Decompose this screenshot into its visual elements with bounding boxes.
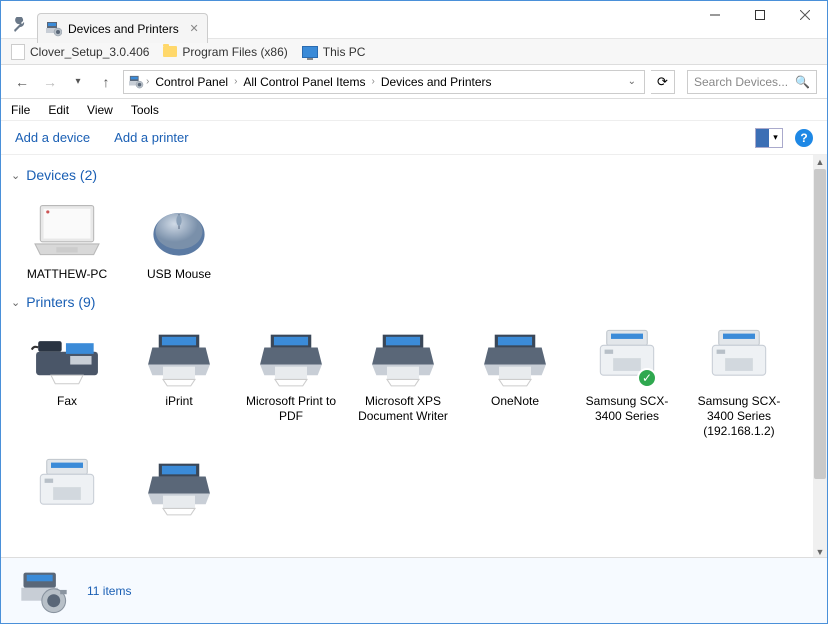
printer-icon bbox=[251, 322, 331, 390]
mfp-icon bbox=[699, 322, 779, 390]
command-bar: Add a device Add a printer ▾ ? bbox=[1, 121, 827, 155]
bookmark-label: This PC bbox=[323, 45, 366, 59]
scrollbar-thumb[interactable] bbox=[814, 169, 826, 479]
laptop-icon bbox=[27, 195, 107, 263]
item-count: 11 items bbox=[87, 584, 131, 598]
device-item[interactable] bbox=[11, 445, 123, 529]
navigation-bar: ← → ▾ ↑ › Control Panel › All Control Pa… bbox=[1, 65, 827, 99]
bookmark-program-files[interactable]: Program Files (x86) bbox=[163, 45, 287, 59]
device-item[interactable]: Fax bbox=[11, 316, 123, 445]
file-icon bbox=[11, 44, 25, 60]
chevron-down-icon: ⌄ bbox=[11, 169, 20, 182]
mfp-icon: ✓ bbox=[587, 322, 667, 390]
browser-tab[interactable]: Devices and Printers ✕ bbox=[37, 13, 208, 43]
menu-view[interactable]: View bbox=[87, 103, 113, 117]
bookmark-label: Program Files (x86) bbox=[182, 45, 287, 59]
device-label: Microsoft XPS Document Writer bbox=[349, 394, 457, 424]
printer-icon bbox=[139, 451, 219, 519]
monitor-icon bbox=[302, 46, 318, 58]
chevron-right-icon[interactable]: › bbox=[146, 76, 149, 87]
group-header-devices[interactable]: ⌄ Devices (2) bbox=[11, 161, 803, 189]
device-item[interactable]: Microsoft XPS Document Writer bbox=[347, 316, 459, 445]
fax-icon bbox=[27, 322, 107, 390]
printer-icon bbox=[363, 322, 443, 390]
device-label: Samsung SCX-3400 Series bbox=[573, 394, 681, 424]
menu-bar: File Edit View Tools bbox=[1, 99, 827, 121]
view-options-button[interactable]: ▾ bbox=[755, 128, 783, 148]
group-title: Devices (2) bbox=[26, 167, 97, 183]
device-item[interactable]: Microsoft Print to PDF bbox=[235, 316, 347, 445]
back-button[interactable]: ← bbox=[11, 71, 33, 93]
content-area: ⌄ Devices (2) MATTHEW-PC USB Mouse ⌄ Printers… bbox=[1, 155, 827, 559]
forward-button[interactable]: → bbox=[39, 71, 61, 93]
vertical-scrollbar[interactable]: ▲ ▼ bbox=[813, 155, 827, 559]
device-item[interactable]: iPrint bbox=[123, 316, 235, 445]
device-label: OneNote bbox=[491, 394, 539, 409]
chevron-right-icon[interactable]: › bbox=[371, 76, 374, 87]
maximize-button[interactable] bbox=[737, 1, 782, 29]
devices-printers-icon bbox=[46, 21, 62, 37]
folder-icon bbox=[163, 46, 177, 57]
up-button[interactable]: ↑ bbox=[95, 71, 117, 93]
help-button[interactable]: ? bbox=[795, 129, 813, 147]
close-window-button[interactable] bbox=[782, 1, 827, 29]
devices-printers-icon bbox=[17, 567, 71, 615]
device-label: Samsung SCX-3400 Series (192.168.1.2) bbox=[685, 394, 793, 439]
search-icon: 🔍 bbox=[795, 75, 810, 89]
add-device-button[interactable]: Add a device bbox=[15, 130, 90, 145]
menu-tools[interactable]: Tools bbox=[131, 103, 159, 117]
address-bar[interactable]: › Control Panel › All Control Panel Item… bbox=[123, 70, 645, 94]
device-item[interactable]: ✓ Samsung SCX-3400 Series bbox=[571, 316, 683, 445]
group-header-printers[interactable]: ⌄ Printers (9) bbox=[11, 288, 803, 316]
bookmark-clover-setup[interactable]: Clover_Setup_3.0.406 bbox=[11, 44, 149, 60]
add-printer-button[interactable]: Add a printer bbox=[114, 130, 188, 145]
chevron-right-icon[interactable]: › bbox=[234, 76, 237, 87]
menu-file[interactable]: File bbox=[11, 103, 30, 117]
group-title: Printers (9) bbox=[26, 294, 95, 310]
device-label: Fax bbox=[57, 394, 77, 409]
device-label: iPrint bbox=[165, 394, 192, 409]
printer-icon bbox=[139, 322, 219, 390]
device-item[interactable]: MATTHEW-PC bbox=[11, 189, 123, 288]
device-item[interactable] bbox=[123, 445, 235, 529]
printer-icon bbox=[475, 322, 555, 390]
chevron-down-icon: ▾ bbox=[769, 129, 782, 147]
bookmark-this-pc[interactable]: This PC bbox=[302, 45, 366, 59]
menu-edit[interactable]: Edit bbox=[48, 103, 69, 117]
device-label: USB Mouse bbox=[147, 267, 211, 282]
title-bar: Devices and Printers ✕ bbox=[1, 1, 827, 39]
search-input[interactable]: Search Devices... 🔍 bbox=[687, 70, 817, 94]
devices-printers-icon bbox=[128, 75, 144, 89]
scroll-up-arrow[interactable]: ▲ bbox=[813, 155, 827, 169]
bookmark-label: Clover_Setup_3.0.406 bbox=[30, 45, 149, 59]
minimize-button[interactable] bbox=[692, 1, 737, 29]
device-item[interactable]: Samsung SCX-3400 Series (192.168.1.2) bbox=[683, 316, 795, 445]
device-item[interactable]: USB Mouse bbox=[123, 189, 235, 288]
tab-title: Devices and Printers bbox=[68, 22, 179, 36]
device-label: MATTHEW-PC bbox=[27, 267, 107, 282]
group-items: Fax iPrint Microsoft Print to PDFMicrosoft… bbox=[11, 316, 803, 529]
refresh-button[interactable]: ⟳ bbox=[651, 70, 675, 94]
window-controls bbox=[692, 1, 827, 29]
device-item[interactable]: OneNote bbox=[459, 316, 571, 445]
breadcrumb-all-items[interactable]: All Control Panel Items bbox=[239, 75, 369, 89]
breadcrumb-control-panel[interactable]: Control Panel bbox=[151, 75, 232, 89]
group-items: MATTHEW-PC USB Mouse bbox=[11, 189, 803, 288]
default-check-icon: ✓ bbox=[637, 368, 657, 388]
search-placeholder: Search Devices... bbox=[694, 75, 788, 89]
wrench-icon bbox=[11, 17, 27, 33]
chevron-down-icon: ⌄ bbox=[11, 296, 20, 309]
close-tab-icon[interactable]: ✕ bbox=[190, 22, 199, 35]
device-label: Microsoft Print to PDF bbox=[237, 394, 345, 424]
address-history-dropdown[interactable]: ⌄ bbox=[624, 76, 640, 87]
status-bar: 11 items bbox=[1, 557, 827, 623]
breadcrumb-devices-printers[interactable]: Devices and Printers bbox=[377, 75, 496, 89]
mfp-icon bbox=[27, 451, 107, 519]
recent-dropdown[interactable]: ▾ bbox=[67, 71, 89, 93]
mouse-icon bbox=[139, 195, 219, 263]
